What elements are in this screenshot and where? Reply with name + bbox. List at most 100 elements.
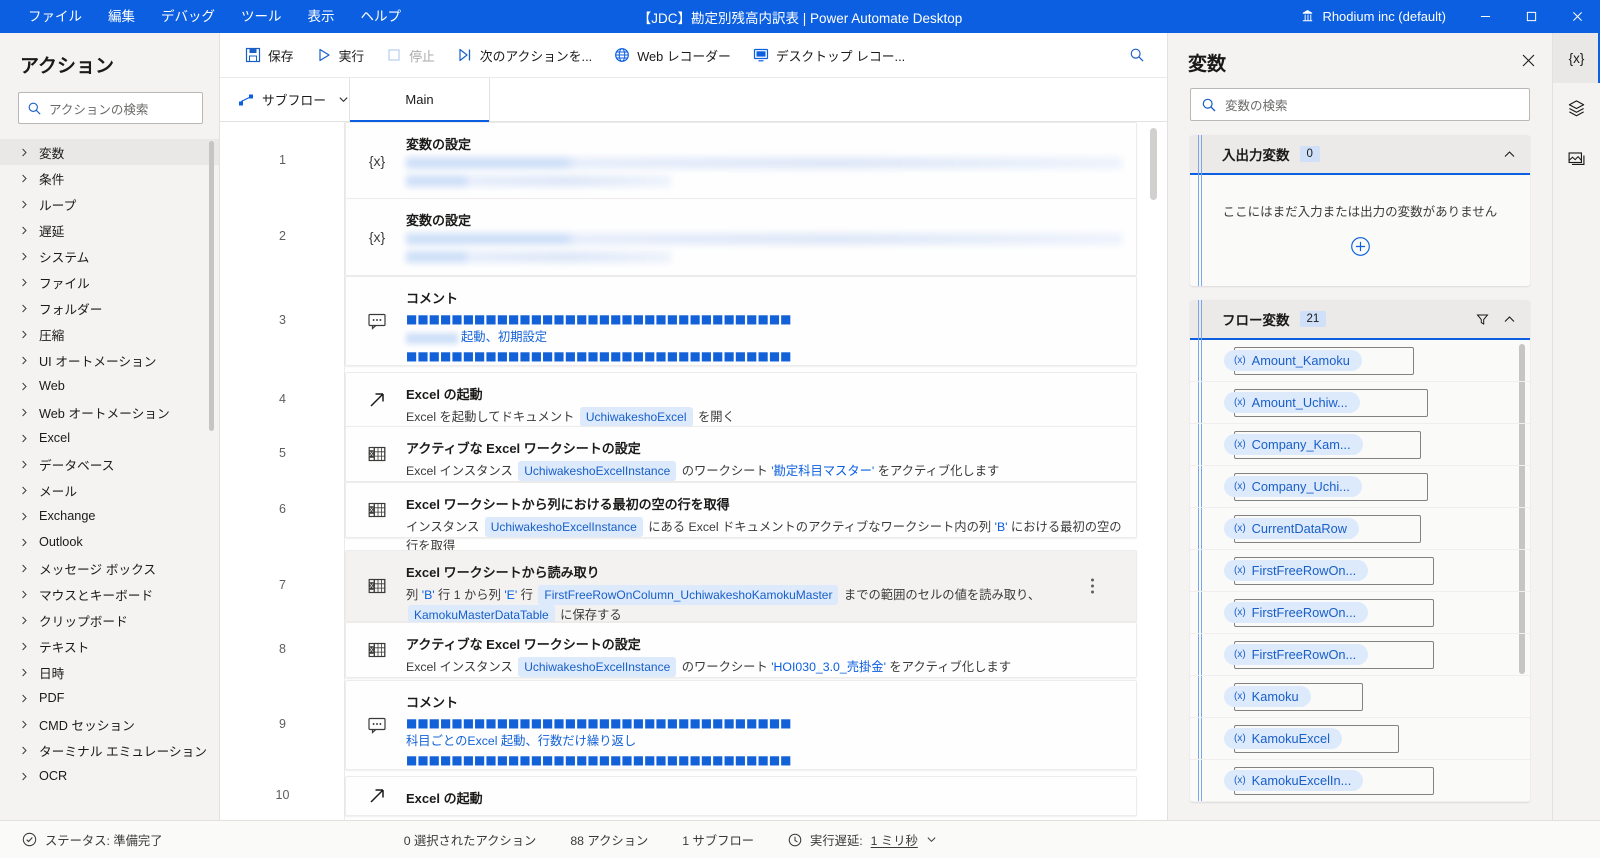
filter-icon[interactable] [1476,313,1489,326]
action-category-16[interactable]: メッセージ ボックス [0,555,219,581]
variable-chip[interactable]: (x)CurrentDataRow [1224,518,1359,539]
flow-variable-row[interactable]: (x)Company_Kam... [1190,424,1530,466]
chevron-down-icon[interactable] [926,834,937,845]
action-row[interactable]: Excel の起動Excel を起動してドキュメント UchiwakeshoEx… [345,372,1137,428]
action-category-23[interactable]: ターミナル エミュレーション [0,737,219,763]
action-category-13[interactable]: メール [0,477,219,503]
actions-scrollbar[interactable] [209,141,214,431]
variable-chip[interactable]: (x)FirstFreeRowOn... [1224,560,1368,581]
desktop-recorder-button[interactable]: デスクトップ レコー... [742,33,916,78]
add-io-variable-button[interactable] [1190,236,1530,262]
maximize-button[interactable] [1508,0,1554,33]
io-variables-header[interactable]: 入出力変数 0 [1190,135,1530,175]
flow-variable-row[interactable]: (x)Amount_Uchiw... [1190,382,1530,424]
variables-search-input[interactable]: 変数の検索 [1190,88,1530,121]
action-category-0[interactable]: 変数 [0,139,219,165]
variable-chip[interactable]: (x)Kamoku [1224,686,1311,707]
variables-panel-close-button[interactable] [1521,53,1536,73]
subflow-dropdown[interactable]: サブフロー [220,78,350,121]
menu-item-4[interactable]: 表示 [308,0,335,33]
rail-ui-elements-button[interactable] [1553,83,1600,133]
action-category-6[interactable]: フォルダー [0,295,219,321]
save-button[interactable]: 保存 [234,33,305,78]
action-category-5[interactable]: ファイル [0,269,219,295]
flow-variable-row[interactable]: (x)FirstFreeRowOn... [1190,592,1530,634]
action-category-4[interactable]: システム [0,243,219,269]
flow-variables-list[interactable]: (x)Amount_Kamoku (x)Amount_Uchiw... (x)Com… [1190,340,1530,802]
action-category-11[interactable]: Excel [0,425,219,451]
rail-variables-button[interactable]: {x} [1553,33,1600,83]
action-category-9[interactable]: Web [0,373,219,399]
action-category-8[interactable]: UI オートメーション [0,347,219,373]
menu-item-0[interactable]: ファイル [28,0,82,33]
chevron-up-icon[interactable] [1503,148,1516,161]
variable-chip[interactable]: (x)Amount_Uchiw... [1224,392,1360,413]
action-category-3[interactable]: 遅延 [0,217,219,243]
rail-images-button[interactable] [1553,133,1600,183]
variable-chip[interactable]: (x)KamokuExcelIn... [1224,770,1363,791]
minimize-button[interactable] [1462,0,1508,33]
flow-variable-row[interactable]: (x)FirstFreeRowOn... [1190,634,1530,676]
menu-item-3[interactable]: ツール [241,0,282,33]
variable-chip[interactable]: (x)KamokuExcel [1224,728,1342,749]
flow-action-list[interactable]: {x}変数の設定{x}変数の設定コメント■■■■■■■■■■■■■■■■■■■■… [345,122,1167,820]
action-row[interactable]: Excel の起動 [345,776,1137,816]
variable-chip[interactable]: (x)Amount_Kamoku [1224,350,1362,371]
action-category-2[interactable]: ループ [0,191,219,217]
actions-category-list[interactable]: 変数条件ループ遅延システムファイルフォルダー圧縮UI オートメーションWebWe… [0,136,219,820]
menu-item-1[interactable]: 編集 [108,0,135,33]
stop-button[interactable]: 停止 [375,33,446,78]
delay-value[interactable]: 1 ミリ秒 [871,831,918,849]
flow-variable-row[interactable]: (x)Company_Uchi... [1190,466,1530,508]
flow-variable-row[interactable]: (x)CurrentDataRow [1190,508,1530,550]
action-category-17[interactable]: マウスとキーボード [0,581,219,607]
action-row[interactable]: XExcel ワークシートから列における最初の空の行を取得インスタンス Uchi… [345,482,1137,538]
action-category-1[interactable]: 条件 [0,165,219,191]
action-row[interactable]: {x}変数の設定 [345,122,1137,200]
chevron-up-icon[interactable] [1503,313,1516,326]
flow-search-button[interactable] [1118,33,1167,78]
action-row[interactable]: XExcel ワークシートから読み取り列 'B' 行 1 から列 'E' 行 F… [345,550,1137,622]
run-button[interactable]: 実行 [305,33,376,78]
flow-variable-row[interactable]: (x)Kamoku [1190,676,1530,718]
variable-chip[interactable]: (x)Company_Uchi... [1224,476,1362,497]
action-category-22[interactable]: CMD セッション [0,711,219,737]
variable-chip[interactable]: (x)Company_Kam... [1224,434,1363,455]
flow-variable-row[interactable]: (x)Amount_Kamoku [1190,340,1530,382]
flow-variable-row[interactable]: (x)FirstFreeRowOn... [1190,550,1530,592]
action-category-15[interactable]: Outlook [0,529,219,555]
flow-variables-header[interactable]: フロー変数 21 [1190,300,1530,340]
execution-delay-control[interactable]: 実行遅延: 1 ミリ秒 [788,831,937,849]
action-row[interactable]: Xアクティブな Excel ワークシートの設定Excel インスタンス Uchi… [345,622,1137,678]
actions-search-input[interactable]: アクションの検索 [18,92,203,124]
flow-canvas[interactable]: 12345678910 {x}変数の設定{x}変数の設定コメント■■■■■■■■… [220,122,1167,820]
close-button[interactable] [1554,0,1600,33]
action-more-menu-button[interactable] [1091,579,1094,594]
action-category-19[interactable]: テキスト [0,633,219,659]
action-row[interactable]: コメント■■■■■■■■■■■■■■■■■■■■■■■■■■■■■■■■■■科目… [345,680,1137,770]
organization-indicator[interactable]: Rhodium inc (default) [1300,9,1462,24]
menu-item-5[interactable]: ヘルプ [361,0,402,33]
action-category-21[interactable]: PDF [0,685,219,711]
action-category-24[interactable]: OCR [0,763,219,789]
variable-chip[interactable]: (x)FirstFreeRowOn... [1224,602,1368,623]
menu-item-2[interactable]: デバッグ [161,0,215,33]
save-label: 保存 [268,46,294,65]
web-recorder-button[interactable]: Web レコーダー [603,33,742,78]
action-category-18[interactable]: クリップボード [0,607,219,633]
action-category-20[interactable]: 日時 [0,659,219,685]
action-category-7[interactable]: 圧縮 [0,321,219,347]
flow-variable-row[interactable]: (x)KamokuExcelIn... [1190,760,1530,802]
action-category-12[interactable]: データベース [0,451,219,477]
tab-main[interactable]: Main [350,78,490,121]
action-category-10[interactable]: Web オートメーション [0,399,219,425]
variable-chip[interactable]: (x)FirstFreeRowOn... [1224,644,1368,665]
action-row-number: 1 [220,153,345,167]
action-row[interactable]: Xアクティブな Excel ワークシートの設定Excel インスタンス Uchi… [345,426,1137,482]
flow-variable-row[interactable]: (x)KamokuExcel [1190,718,1530,760]
next-action-button[interactable]: 次のアクションを... [446,33,603,78]
action-row[interactable]: コメント■■■■■■■■■■■■■■■■■■■■■■■■■■■■■■■■■■起動… [345,276,1137,366]
action-row[interactable]: {x}変数の設定 [345,198,1137,276]
flow-scrollbar[interactable] [1150,128,1157,200]
action-category-14[interactable]: Exchange [0,503,219,529]
